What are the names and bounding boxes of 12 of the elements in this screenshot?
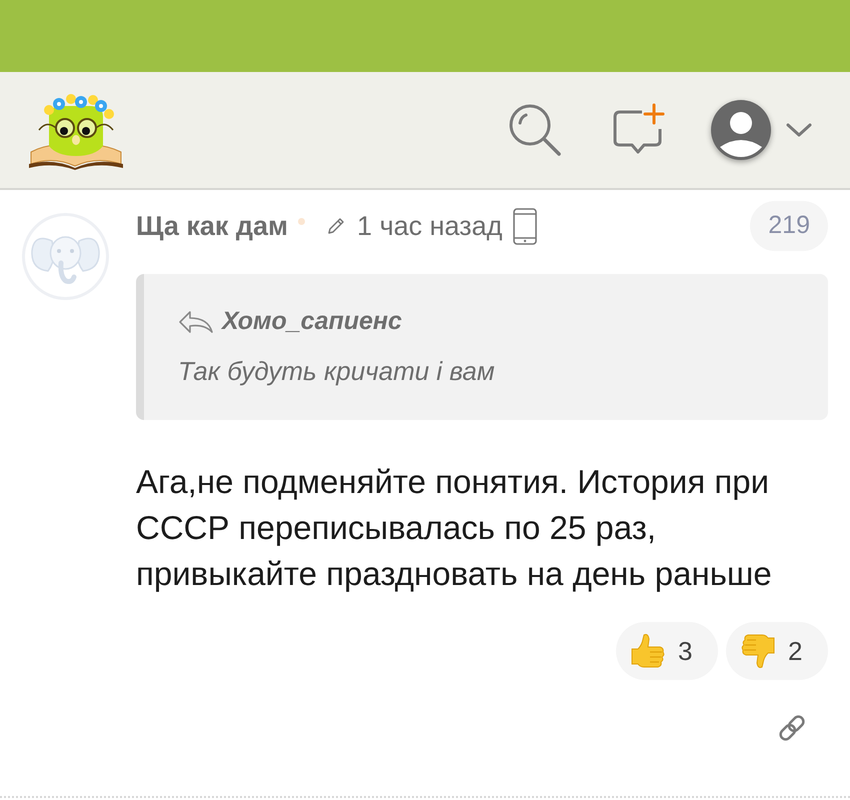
reply-arrow-icon (178, 310, 214, 334)
user-avatar-icon[interactable] (710, 99, 772, 161)
dislike-button[interactable]: 2 (726, 622, 828, 680)
author-name[interactable]: Ща как дам (136, 206, 288, 246)
chevron-down-icon[interactable] (786, 123, 812, 137)
quote-author[interactable]: Хомо_сапиенс (222, 303, 402, 341)
comment-text: Ага,не подменяйте понятия. История при СССР переписывалась по 25 раз, привыкайте праздновать на день раньше (136, 462, 773, 594)
like-button[interactable]: 3 (616, 622, 718, 680)
comment-time: 1 час назад (357, 210, 502, 243)
comment-rating: 219 (750, 201, 828, 251)
quote-text: Так будуть кричати і вам (178, 355, 495, 388)
search-icon[interactable] (508, 103, 562, 157)
